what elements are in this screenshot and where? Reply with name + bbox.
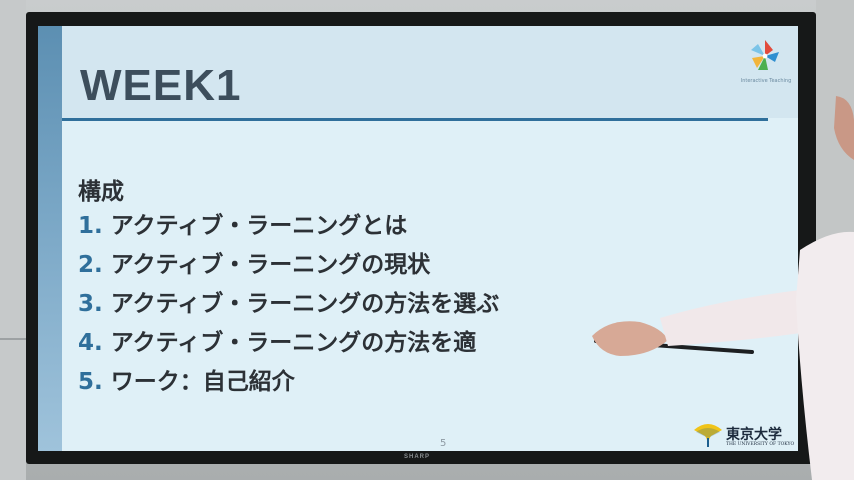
agenda-item-text: アクティブ・ラーニングの方法を選ぶ	[110, 291, 500, 317]
agenda-item-text: ワーク：自己紹介	[110, 369, 295, 395]
slide-title: WEEK1	[80, 61, 242, 110]
agenda-item-number: 1.	[78, 213, 103, 239]
section-heading: 構成	[78, 179, 124, 205]
slide-page-number: 5	[440, 438, 447, 449]
agenda-item: 2. アクティブ・ラーニングの現状	[78, 245, 430, 279]
agenda-item-number: 3.	[78, 291, 103, 317]
university-name: 東京大学	[726, 427, 782, 443]
agenda-item: 3. アクティブ・ラーニングの方法を選ぶ	[78, 284, 499, 318]
top-logo-caption: Interactive Teaching	[740, 78, 792, 84]
right-wall	[816, 0, 854, 480]
left-wall	[0, 0, 26, 480]
agenda-item-text: アクティブ・ラーニングとは	[110, 213, 408, 239]
agenda-item-text: アクティブ・ラーニングの方法を適	[110, 330, 477, 356]
slide-screen: WEEK1 Interactive Teaching 構成 1. アクティブ・ラ…	[38, 26, 798, 451]
title-divider	[62, 118, 768, 121]
agenda-item-text: アクティブ・ラーニングの現状	[110, 252, 431, 278]
monitor-brand: SHARP	[404, 454, 431, 460]
interactive-teaching-logo-icon	[751, 40, 779, 70]
agenda-item-number: 4.	[78, 330, 103, 356]
slide-side-bar	[38, 26, 62, 451]
agenda-item: 1. アクティブ・ラーニングとは	[78, 206, 407, 240]
agenda-item-number: 5.	[78, 369, 103, 395]
classroom-background: SHARP WEEK1 Interactive Teaching 構成 1. ア…	[0, 0, 854, 480]
agenda-item: 5. ワーク：自己紹介	[78, 362, 295, 396]
agenda-item-number: 2.	[78, 252, 103, 278]
agenda-item: 4. アクティブ・ラーニングの方法を適	[78, 323, 476, 357]
wall-rail-left	[0, 338, 26, 340]
university-subtitle: THE UNIVERSITY OF TOKYO	[726, 442, 795, 447]
